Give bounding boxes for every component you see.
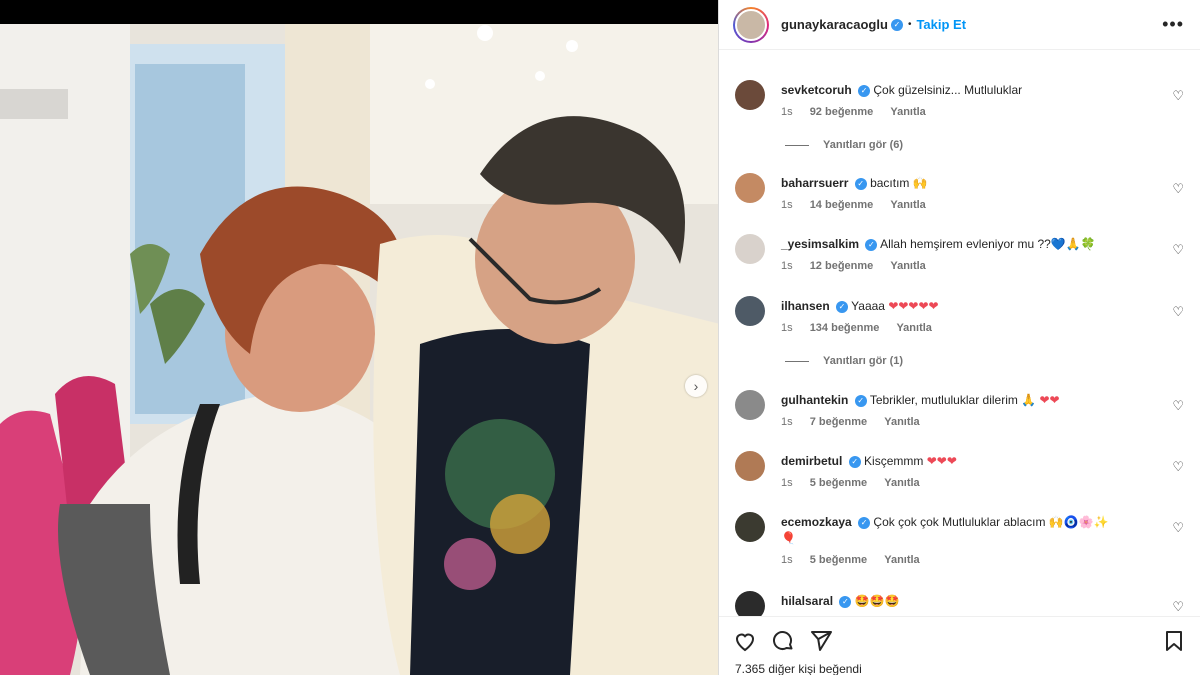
commenter-avatar[interactable]: [735, 173, 765, 203]
comment-likes[interactable]: 92 beğenme: [810, 106, 874, 118]
comment-text: Çok güzelsiniz... Mutluluklar: [873, 83, 1023, 97]
comment-username[interactable]: gulhantekin: [781, 393, 848, 407]
comment-time: 1s: [781, 554, 793, 566]
comment-likes[interactable]: 12 beğenme: [810, 260, 874, 272]
separator-dot: •: [907, 19, 912, 30]
comment-time: 1s: [781, 477, 793, 489]
verified-badge-icon: ✓: [848, 455, 861, 468]
reply-button[interactable]: Yanıtla: [884, 554, 919, 566]
comment-text: Allah hemşirem evleniyor mu ??💙🙏🍀: [880, 237, 1096, 251]
comment-text-line2: 🎈: [781, 531, 796, 545]
comment-meta: 1s 5 beğenme Yanıtla: [781, 554, 934, 566]
bookmark-save-icon[interactable]: [1162, 629, 1186, 653]
commenter-avatar[interactable]: [735, 591, 765, 616]
comment-meta: 1s 14 beğenme Yanıtla: [781, 199, 940, 211]
like-comment-heart-icon[interactable]: ♡: [1172, 181, 1184, 197]
comment-username[interactable]: baharrsuerr: [781, 176, 848, 190]
comment-time: 1s: [781, 260, 793, 272]
comment-likes[interactable]: 5 beğenme: [810, 554, 867, 566]
comment-username[interactable]: sevketcoruh: [781, 83, 852, 97]
share-send-icon[interactable]: [809, 629, 833, 653]
verified-badge-icon: ✓: [858, 84, 871, 97]
hearts-emoji: ❤❤❤❤❤: [888, 299, 939, 313]
comment-meta: 1s 7 beğenme Yanıtla: [781, 416, 934, 428]
verified-badge-icon: ✓: [865, 238, 878, 251]
comments-list[interactable]: sevketcoruh ✓ Çok güzelsiniz... Mutluluk…: [719, 50, 1200, 616]
verified-badge-icon: ✓: [854, 177, 867, 190]
view-replies-button[interactable]: Yanıtları gör (6): [785, 139, 903, 151]
like-comment-heart-icon[interactable]: ♡: [1172, 88, 1184, 104]
hearts-emoji: ❤❤: [1039, 393, 1060, 407]
verified-badge-icon: ✓: [839, 595, 852, 608]
comment-bubble-icon[interactable]: [771, 629, 795, 653]
comment-likes[interactable]: 5 beğenme: [810, 477, 867, 489]
reply-button[interactable]: Yanıtla: [884, 416, 919, 428]
view-replies-button[interactable]: Yanıtları gör (1): [785, 355, 903, 367]
verified-badge-icon: ✓: [854, 394, 867, 407]
comment-time: 1s: [781, 416, 793, 428]
comment-likes[interactable]: 14 beğenme: [810, 199, 874, 211]
comment-meta: 1s 134 beğenme Yanıtla: [781, 322, 946, 334]
reply-button[interactable]: Yanıtla: [890, 199, 925, 211]
like-comment-heart-icon[interactable]: ♡: [1172, 304, 1184, 320]
comment-text: 🤩🤩🤩: [854, 594, 900, 608]
reply-button[interactable]: Yanıtla: [890, 260, 925, 272]
verified-badge-icon: ✓: [836, 300, 849, 313]
comment-username[interactable]: hilalsaral: [781, 594, 833, 608]
comment-username[interactable]: ilhansen: [781, 299, 830, 313]
verified-badge-icon: ✓: [858, 516, 871, 529]
comment-time: 1s: [781, 322, 793, 334]
reply-button[interactable]: Yanıtla: [884, 477, 919, 489]
commenter-avatar[interactable]: [735, 234, 765, 264]
comment-text: Tebrikler, mutluluklar dilerim 🙏: [869, 393, 1037, 407]
view-replies-label: Yanıtları gör (1): [823, 355, 904, 367]
comment-username[interactable]: _yesimsalkim: [781, 237, 859, 251]
post-header: gunaykaracaoglu ✓ • Takip Et •••: [719, 0, 1200, 50]
post-media: ›: [0, 0, 718, 675]
comment-username[interactable]: demirbetul: [781, 454, 842, 468]
comment-meta: 1s 92 beğenme Yanıtla: [781, 106, 940, 118]
like-heart-icon[interactable]: [733, 629, 757, 653]
comment-meta: 1s 12 beğenme Yanıtla: [781, 260, 940, 272]
reply-button[interactable]: Yanıtla: [896, 322, 931, 334]
comment-username[interactable]: ecemozkaya: [781, 515, 852, 529]
commenter-avatar[interactable]: [735, 451, 765, 481]
post-side-panel: gunaykaracaoglu ✓ • Takip Et ••• sevketc…: [718, 0, 1200, 675]
view-replies-label: Yanıtları gör (6): [823, 139, 904, 151]
comment-meta: 1s 5 beğenme Yanıtla: [781, 477, 934, 489]
chevron-right-icon: ›: [693, 378, 699, 394]
commenter-avatar[interactable]: [735, 390, 765, 420]
like-comment-heart-icon[interactable]: ♡: [1172, 520, 1184, 536]
post-photo[interactable]: [0, 24, 718, 675]
commenter-avatar[interactable]: [735, 296, 765, 326]
reply-button[interactable]: Yanıtla: [890, 106, 925, 118]
follow-button[interactable]: Takip Et: [916, 17, 966, 32]
comment-likes[interactable]: 134 beğenme: [810, 322, 880, 334]
comment-likes[interactable]: 7 beğenme: [810, 416, 867, 428]
like-comment-heart-icon[interactable]: ♡: [1172, 599, 1184, 615]
post-author-username[interactable]: gunaykaracaoglu: [781, 17, 888, 32]
hearts-emoji: ❤❤❤: [926, 454, 957, 468]
comment-text: bacıtım 🙌: [870, 176, 928, 190]
like-comment-heart-icon[interactable]: ♡: [1172, 398, 1184, 414]
more-options-icon[interactable]: •••: [1162, 14, 1184, 35]
comment-text: Kisçemmm: [864, 454, 924, 468]
verified-badge-icon: ✓: [890, 18, 903, 31]
comment-time: 1s: [781, 199, 793, 211]
comment-time: 1s: [781, 106, 793, 118]
likes-summary[interactable]: 7.365 diğer kişi beğendi: [735, 662, 862, 675]
commenter-avatar[interactable]: [735, 512, 765, 542]
profile-avatar[interactable]: [733, 6, 769, 43]
comment-text: Çok çok çok Mutluluklar ablacım 🙌🧿🌸✨: [873, 515, 1109, 529]
like-comment-heart-icon[interactable]: ♡: [1172, 459, 1184, 475]
carousel-next-button[interactable]: ›: [685, 375, 707, 397]
comment-text: Yaaaa: [851, 299, 885, 313]
like-comment-heart-icon[interactable]: ♡: [1172, 242, 1184, 258]
post-actions-bar: [719, 616, 1200, 664]
commenter-avatar[interactable]: [735, 80, 765, 110]
